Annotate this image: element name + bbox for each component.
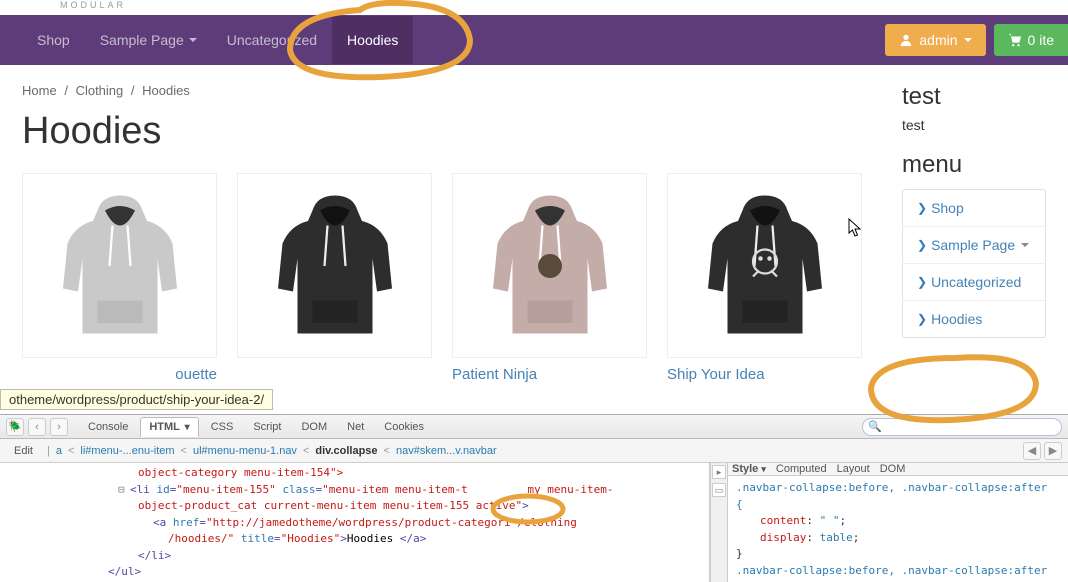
- devtools-tab-css[interactable]: CSS: [203, 418, 242, 436]
- widget-title-menu: menu: [902, 151, 1046, 179]
- devtools-side-tab-computed[interactable]: Computed: [776, 463, 827, 475]
- product-title[interactable]: Patient Ninja: [452, 366, 647, 383]
- chevron-right-icon: ❯: [917, 238, 927, 252]
- devtools-expand-button[interactable]: ▸: [712, 465, 726, 479]
- devtools-crumb[interactable]: a: [56, 445, 62, 457]
- user-icon: [899, 33, 913, 47]
- product-image: [452, 173, 647, 358]
- devtools-scroll-right-button[interactable]: ▶: [1044, 442, 1062, 460]
- devtools-html-panel[interactable]: object-category menu-item-154"> ⊟<li id=…: [0, 463, 710, 582]
- devtools-side-tab-dom[interactable]: DOM: [880, 463, 906, 475]
- breadcrumb: Home / Clothing / Hoodies: [22, 83, 862, 98]
- devtools-back-button[interactable]: ‹: [28, 418, 46, 436]
- devtools-forward-button[interactable]: ›: [50, 418, 68, 436]
- chevron-right-icon: ❯: [917, 312, 927, 326]
- widget-title-test: test: [902, 83, 1046, 111]
- devtools-edit-button[interactable]: Edit: [6, 445, 41, 457]
- product-card[interactable]: Patient Ninja: [452, 173, 647, 383]
- caret-down-icon: [189, 38, 197, 42]
- breadcrumb-home[interactable]: Home: [22, 83, 57, 98]
- caret-down-icon: [964, 38, 972, 42]
- cart-button[interactable]: 0 ite: [994, 24, 1068, 56]
- sidebar: test test menu ❯Shop ❯Sample Page ❯Uncat…: [902, 83, 1046, 383]
- devtools-css-rules[interactable]: .navbar-collapse:before, .navbar-collaps…: [728, 476, 1068, 582]
- devtools-splitter[interactable]: ▸ ▭: [710, 463, 728, 582]
- cart-icon: [1008, 33, 1022, 47]
- devtools-side-tab-style[interactable]: Style ▾: [732, 463, 766, 475]
- link-url-tooltip: otheme/wordpress/product/ship-your-idea-…: [0, 389, 273, 410]
- product-card[interactable]: Ship Your Idea: [667, 173, 862, 383]
- devtools-crumb[interactable]: ul#menu-menu-1.nav: [193, 445, 297, 457]
- product-title[interactable]: Ship Your Idea: [667, 366, 862, 383]
- sidebar-item-shop[interactable]: ❯Shop: [903, 190, 1045, 227]
- chevron-right-icon: ❯: [917, 275, 927, 289]
- devtools-crumb[interactable]: li#menu-...enu-item: [80, 445, 174, 457]
- devtools-breadcrumb: Edit | a < li#menu-...enu-item < ul#menu…: [0, 439, 1068, 463]
- nav-hoodies[interactable]: Hoodies: [332, 16, 413, 64]
- product-grid: ouette Patient Ninja Ship Your Idea: [22, 173, 862, 383]
- devtools-scroll-left-button[interactable]: ◀: [1023, 442, 1041, 460]
- nav-shop[interactable]: Shop: [22, 16, 85, 64]
- devtools-bug-icon[interactable]: 🪲: [6, 418, 24, 436]
- admin-button[interactable]: admin: [885, 24, 985, 56]
- devtools-tab-script[interactable]: Script: [245, 418, 289, 436]
- sidebar-item-hoodies[interactable]: ❯Hoodies: [903, 301, 1045, 337]
- page-title: Hoodies: [22, 110, 862, 153]
- product-title[interactable]: ouette: [22, 366, 217, 383]
- devtools-tab-net[interactable]: Net: [339, 418, 372, 436]
- devtools-panel: 🪲 ‹ › Console HTML ▾ CSS Script DOM Net …: [0, 414, 1068, 582]
- search-icon: 🔍: [868, 420, 882, 433]
- product-image: [22, 173, 217, 358]
- devtools-side-panel: Style ▾ Computed Layout DOM .navbar-coll…: [728, 463, 1068, 582]
- devtools-tab-dom[interactable]: DOM: [293, 418, 335, 436]
- devtools-tab-html[interactable]: HTML ▾: [140, 417, 198, 437]
- devtools-tab-cookies[interactable]: Cookies: [376, 418, 432, 436]
- sidebar-menu: ❯Shop ❯Sample Page ❯Uncategorized ❯Hoodi…: [902, 189, 1046, 338]
- sidebar-item-uncategorized[interactable]: ❯Uncategorized: [903, 264, 1045, 301]
- nav-sample-page[interactable]: Sample Page: [85, 16, 212, 64]
- main-navbar: Shop Sample Page Uncategorized Hoodies a…: [0, 15, 1068, 65]
- breadcrumb-clothing[interactable]: Clothing: [76, 83, 124, 98]
- product-image: [237, 173, 432, 358]
- nav-uncategorized[interactable]: Uncategorized: [212, 16, 332, 64]
- devtools-crumb[interactable]: nav#skem...v.navbar: [396, 445, 497, 457]
- main-content: Home / Clothing / Hoodies Hoodies ouette: [22, 83, 862, 383]
- widget-text: test: [902, 117, 1046, 133]
- product-card[interactable]: [237, 173, 432, 383]
- logo-text: MODULAR: [60, 0, 126, 10]
- caret-down-icon: [1021, 243, 1029, 247]
- sidebar-item-sample-page[interactable]: ❯Sample Page: [903, 227, 1045, 264]
- chevron-right-icon: ❯: [917, 201, 927, 215]
- page-header: MODULAR: [0, 0, 1068, 15]
- devtools-toggle-button[interactable]: ▭: [712, 483, 726, 497]
- devtools-search-input[interactable]: [862, 418, 1062, 436]
- product-image: [667, 173, 862, 358]
- devtools-crumb-active[interactable]: div.collapse: [315, 445, 377, 457]
- product-card[interactable]: ouette: [22, 173, 217, 383]
- breadcrumb-current: Hoodies: [142, 83, 190, 98]
- devtools-toolbar: 🪲 ‹ › Console HTML ▾ CSS Script DOM Net …: [0, 415, 1068, 439]
- devtools-side-tab-layout[interactable]: Layout: [837, 463, 870, 475]
- devtools-tab-console[interactable]: Console: [80, 418, 136, 436]
